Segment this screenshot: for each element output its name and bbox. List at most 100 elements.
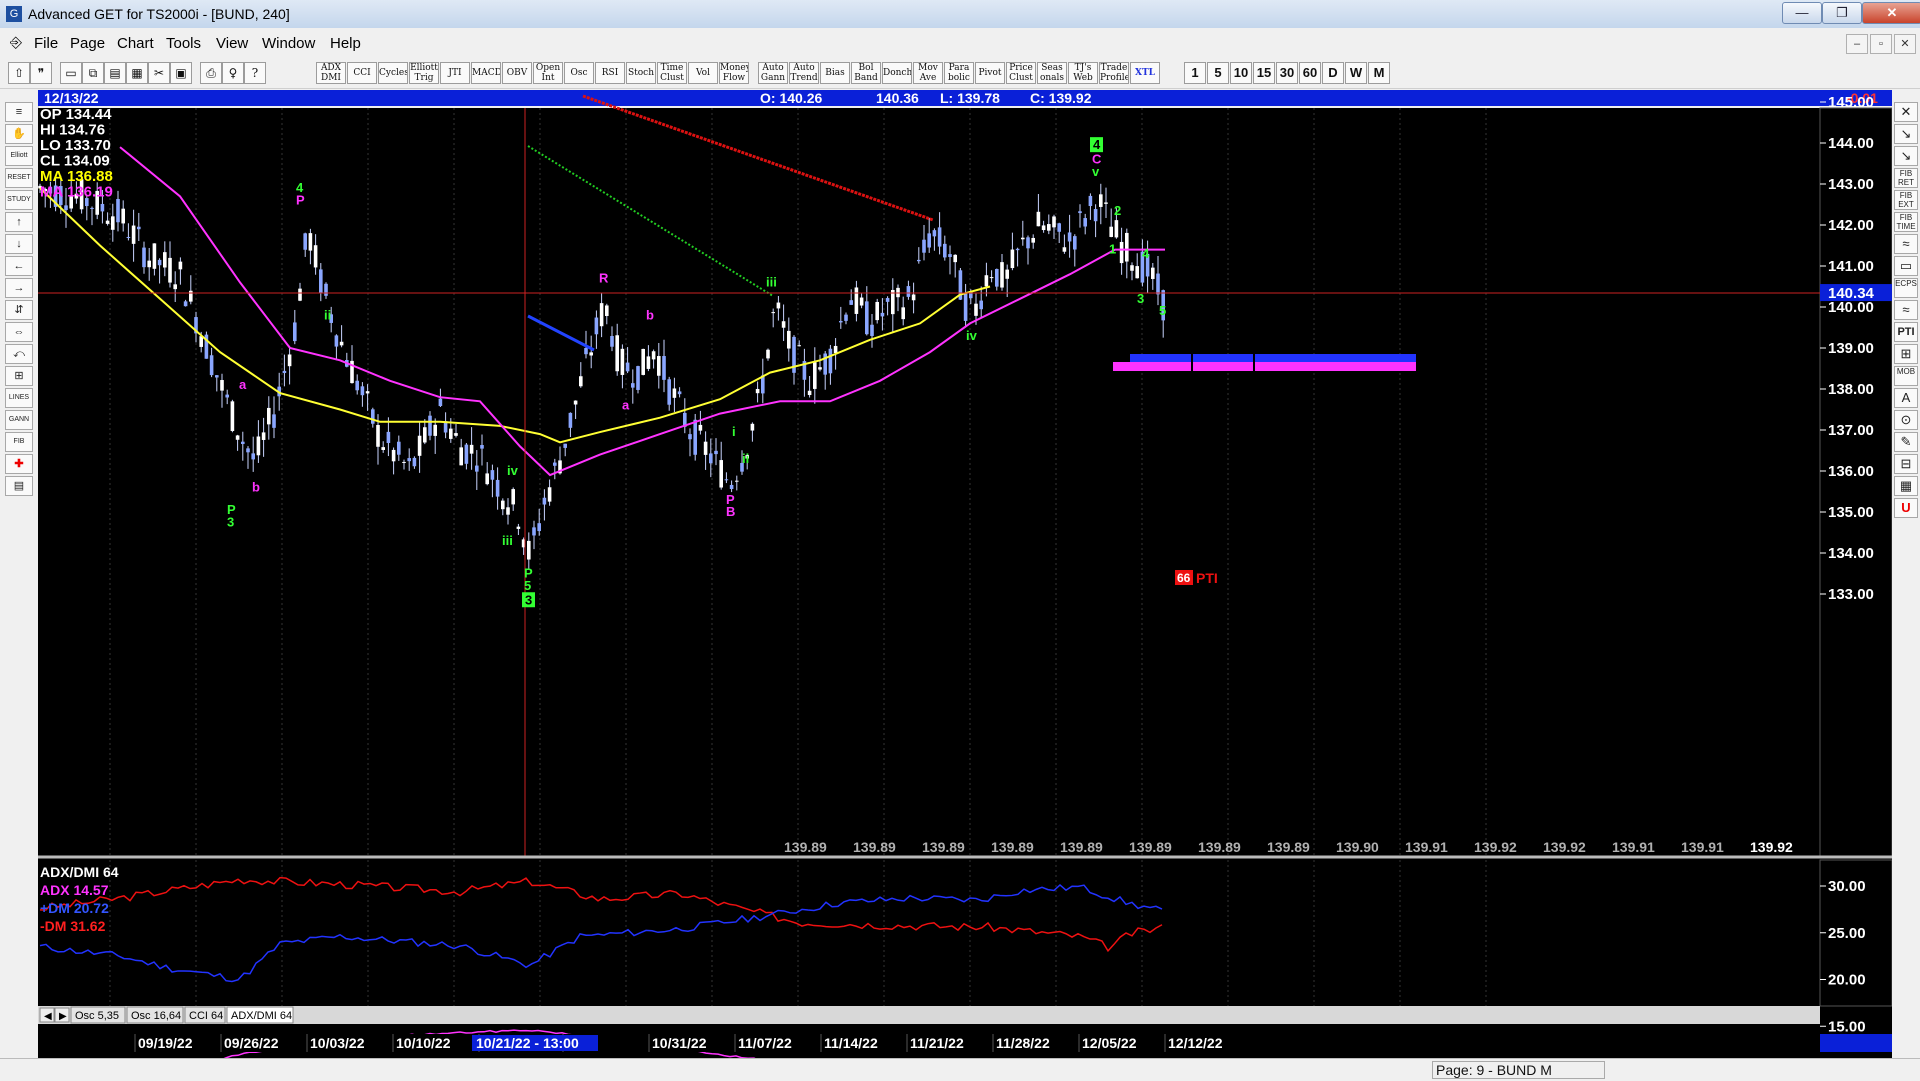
menu-page[interactable]: Page <box>70 35 105 52</box>
study-button-para-bolic[interactable]: Para bolic <box>944 62 974 84</box>
study-button-donch[interactable]: Donch <box>882 62 912 84</box>
study-button-money-flow[interactable]: Money Flow <box>719 62 749 84</box>
timeframe-15[interactable]: 15 <box>1253 62 1275 84</box>
print-icon[interactable]: ⎙ <box>200 62 222 84</box>
minimize-button[interactable]: — <box>1782 2 1822 24</box>
menu-view[interactable]: View <box>216 35 248 52</box>
study-button-trade-profile[interactable]: Trade Profile <box>1099 62 1129 84</box>
menu-tools[interactable]: Tools <box>166 35 201 52</box>
timeframe-d[interactable]: D <box>1322 62 1344 84</box>
menu-chart[interactable]: Chart <box>117 35 154 52</box>
right-tool-fib-ext[interactable]: FIB EXT <box>1894 190 1918 210</box>
left-tool-reset[interactable]: RESET <box>5 168 33 188</box>
grid-icon[interactable]: ▦ <box>126 62 148 84</box>
study-button-mov-ave[interactable]: Mov Ave <box>913 62 943 84</box>
left-tool-icon-7[interactable]: ← <box>5 256 33 276</box>
left-tool-gann[interactable]: GANN <box>5 410 33 430</box>
maximize-button[interactable]: ❐ <box>1822 2 1862 24</box>
study-button-open-int[interactable]: Open Int <box>533 62 563 84</box>
left-tool-icon-8[interactable]: → <box>5 278 33 298</box>
study-button-time-clust[interactable]: Time Clust <box>657 62 687 84</box>
study-button-elliott-trig[interactable]: Elliott Trig <box>409 62 439 84</box>
mdi-restore-button[interactable]: ▫ <box>1870 34 1892 54</box>
right-tool-icon-14[interactable]: ⊙ <box>1894 410 1918 430</box>
study-button-vol[interactable]: Vol <box>688 62 718 84</box>
projection-box-magenta[interactable] <box>1113 362 1416 371</box>
right-tool-icon-17[interactable]: ▦ <box>1894 476 1918 496</box>
price-pane[interactable] <box>38 108 1893 856</box>
open-icon[interactable]: ▣ <box>170 62 192 84</box>
left-tool-icon-10[interactable]: ⇔ <box>5 322 33 342</box>
right-tool-icon-18[interactable]: U <box>1894 498 1918 518</box>
study-button-osc[interactable]: Osc <box>564 62 594 84</box>
timeframe-5[interactable]: 5 <box>1207 62 1229 84</box>
timeframe-w[interactable]: W <box>1345 62 1367 84</box>
left-tool-icon-12[interactable]: ⊞ <box>5 366 33 386</box>
left-tool-icon-5[interactable]: ↑ <box>5 212 33 232</box>
right-tool-icon-2[interactable]: ↘ <box>1894 146 1918 166</box>
timeframe-m[interactable]: M <box>1368 62 1390 84</box>
study-button-xtl[interactable]: XTL <box>1130 62 1160 84</box>
timeframe-10[interactable]: 10 <box>1230 62 1252 84</box>
left-tool-icon-0[interactable]: ≡ <box>5 102 33 122</box>
right-tool-icon-1[interactable]: ↘ <box>1894 124 1918 144</box>
timeframe-60[interactable]: 60 <box>1299 62 1321 84</box>
study-button-macd[interactable]: MACD <box>471 62 501 84</box>
close-button[interactable]: ✕ <box>1862 2 1920 24</box>
study-button-seas-onals[interactable]: Seas onals <box>1037 62 1067 84</box>
study-button-price-clust[interactable]: Price Clust <box>1006 62 1036 84</box>
right-tool-ecps[interactable]: ECPS <box>1894 278 1918 298</box>
right-tool-icon-0[interactable]: ✕ <box>1894 102 1918 122</box>
left-tool-study[interactable]: STUDY <box>5 190 33 210</box>
study-button-rsi[interactable]: RSI <box>595 62 625 84</box>
help-icon[interactable]: ? <box>244 62 266 84</box>
study-button-adx-dmi[interactable]: ADX DMI <box>316 62 346 84</box>
left-tool-icon-16[interactable]: ✚ <box>5 454 33 474</box>
study-button-obv[interactable]: OBV <box>502 62 532 84</box>
right-tool-icon-6[interactable]: ≈ <box>1894 234 1918 254</box>
left-tool-lines[interactable]: LINES <box>5 388 33 408</box>
menu-file[interactable]: File <box>34 35 58 52</box>
projection-box-blue[interactable] <box>1130 354 1416 363</box>
timeframe-1[interactable]: 1 <box>1184 62 1206 84</box>
study-button-pivot[interactable]: Pivot <box>975 62 1005 84</box>
pointer-icon[interactable]: ⇧ <box>8 62 30 84</box>
study-button-stoch[interactable]: Stoch <box>626 62 656 84</box>
right-tool-fib-time[interactable]: FIB TIME <box>1894 212 1918 232</box>
right-tool-icon-11[interactable]: ⊞ <box>1894 344 1918 364</box>
right-tool-icon-15[interactable]: ✎ <box>1894 432 1918 452</box>
study-button-auto-trend[interactable]: Auto Trend <box>789 62 819 84</box>
study-button-jti[interactable]: JTI <box>440 62 470 84</box>
right-tool-icon-16[interactable]: ⊟ <box>1894 454 1918 474</box>
right-tool-fib-ret[interactable]: FIB RET <box>1894 168 1918 188</box>
right-tool-icon-13[interactable]: A <box>1894 388 1918 408</box>
new-page-icon[interactable]: ▭ <box>60 62 82 84</box>
left-tool-icon-11[interactable]: ⤺ <box>5 344 33 364</box>
left-tool-icon-1[interactable]: ✋ <box>5 124 33 144</box>
left-tool-icon-17[interactable]: ▤ <box>5 476 33 496</box>
menu-help[interactable]: Help <box>330 35 361 52</box>
timeframe-30[interactable]: 30 <box>1276 62 1298 84</box>
right-tool-pti[interactable]: PTI <box>1894 322 1918 342</box>
cut-icon[interactable]: ✂ <box>148 62 170 84</box>
right-tool-icon-7[interactable]: ▭ <box>1894 256 1918 276</box>
study-button-bias[interactable]: Bias <box>820 62 850 84</box>
right-tool-mob[interactable]: MOB <box>1894 366 1918 386</box>
menu-window[interactable]: Window <box>262 35 315 52</box>
study-button-cci[interactable]: CCI <box>347 62 377 84</box>
quote-icon[interactable]: ❞ <box>30 62 52 84</box>
right-tool-icon-9[interactable]: ≈ <box>1894 300 1918 320</box>
lamp-icon[interactable]: ♀ <box>222 62 244 84</box>
adx-pane[interactable] <box>38 858 1893 1081</box>
study-button-tj-s-web[interactable]: TJ's Web <box>1068 62 1098 84</box>
left-tool-icon-6[interactable]: ↓ <box>5 234 33 254</box>
study-button-cycles[interactable]: Cycles <box>378 62 408 84</box>
left-tool-icon-9[interactable]: ⇵ <box>5 300 33 320</box>
left-tool-elliott[interactable]: Elliott <box>5 146 33 166</box>
copy-icon[interactable]: ⧉ <box>82 62 104 84</box>
mdi-minimize-button[interactable]: – <box>1846 34 1868 54</box>
paste-icon[interactable]: ▤ <box>104 62 126 84</box>
left-tool-fib[interactable]: FIB <box>5 432 33 452</box>
study-button-bol-band[interactable]: Bol Band <box>851 62 881 84</box>
mdi-close-button[interactable]: ✕ <box>1894 34 1916 54</box>
